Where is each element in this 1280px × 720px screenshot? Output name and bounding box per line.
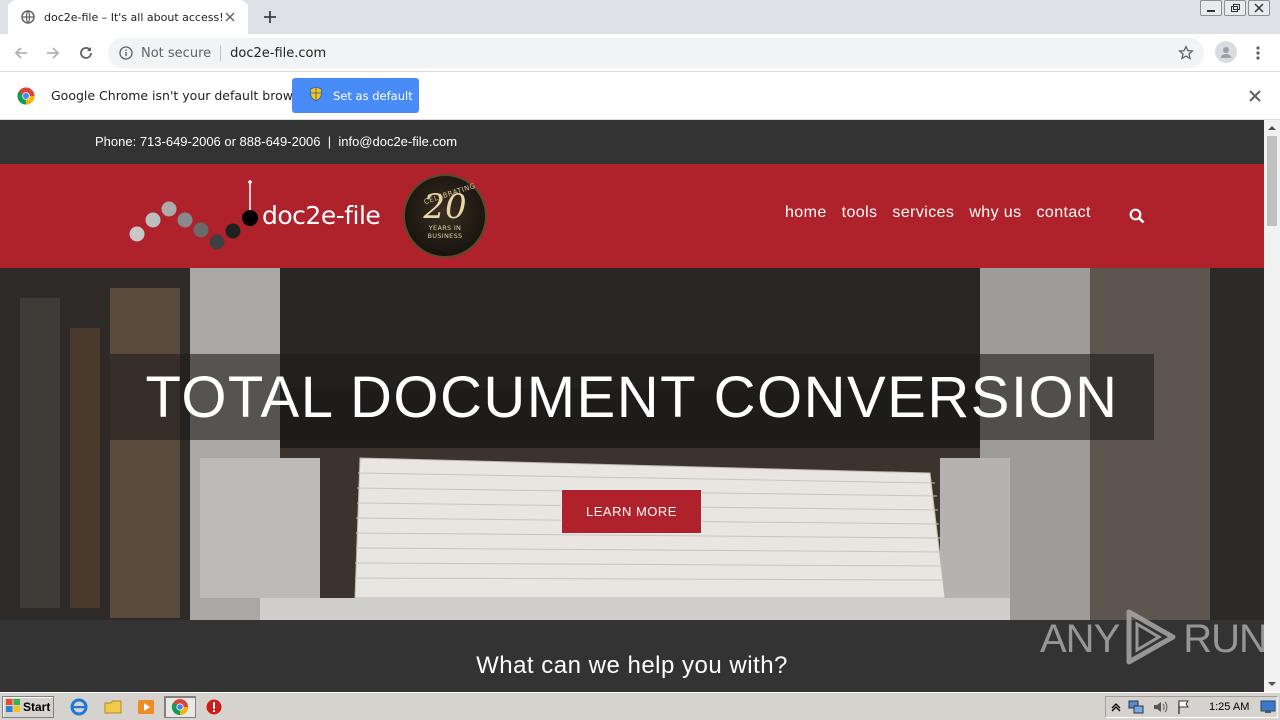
close-window-button[interactable] xyxy=(1248,0,1270,16)
taskbar-chrome-button[interactable] xyxy=(164,696,196,718)
close-infobar-icon[interactable] xyxy=(1248,88,1262,107)
network-icon[interactable] xyxy=(1128,699,1144,715)
logo-wordmark[interactable]: doc2e-file xyxy=(262,201,381,230)
main-nav: home tools services why us contact xyxy=(785,204,1091,222)
default-browser-infobar: Google Chrome isn't your default browser… xyxy=(0,72,1280,120)
security-label: Not secure xyxy=(141,45,212,61)
taskbar-clock: 1:25 AM xyxy=(1209,701,1250,713)
hero-title-box: TOTAL DOCUMENT CONVERSION xyxy=(110,354,1154,440)
set-as-default-label: Set as default xyxy=(333,88,413,103)
site-header: doc2e-file CELEBRATING 20 YEARS IN BUSIN… xyxy=(0,164,1264,268)
media-player-icon[interactable] xyxy=(137,698,155,716)
url-text[interactable]: doc2e-file.com xyxy=(230,46,326,61)
learn-more-button[interactable]: LEARN MORE xyxy=(561,489,702,534)
anyrun-watermark: ANY RUN xyxy=(1040,608,1264,670)
badge-line1: YEARS IN xyxy=(428,224,462,232)
stop-sign-icon[interactable] xyxy=(205,698,223,716)
page-scrollbar[interactable] xyxy=(1264,120,1280,692)
minimize-button[interactable] xyxy=(1200,0,1222,16)
close-tab-icon[interactable] xyxy=(222,9,238,25)
back-button[interactable] xyxy=(10,42,32,64)
set-as-default-button[interactable]: Set as default xyxy=(292,78,419,113)
scroll-up-arrow-icon[interactable] xyxy=(1268,124,1276,132)
windows-logo-icon xyxy=(6,699,20,715)
tab-title: doc2e-file – It's all about access! xyxy=(44,10,222,24)
nav-why-us[interactable]: why us xyxy=(969,204,1021,222)
contact-bar: Phone: 713-649-2006 or 888-649-2006 | in… xyxy=(0,120,1264,164)
hero-banner: TOTAL DOCUMENT CONVERSION LEARN MORE xyxy=(0,268,1264,620)
hero-title: TOTAL DOCUMENT CONVERSION xyxy=(145,364,1119,430)
flag-icon[interactable] xyxy=(1176,699,1192,715)
info-icon[interactable] xyxy=(118,45,134,61)
window-controls xyxy=(1200,0,1270,18)
omnibox-divider xyxy=(220,45,222,61)
system-tray xyxy=(1105,696,1278,718)
globe-icon xyxy=(20,9,36,25)
volume-icon[interactable] xyxy=(1152,699,1168,715)
hero-background-image xyxy=(0,268,1264,620)
browser-tab[interactable]: doc2e-file – It's all about access! xyxy=(8,0,248,34)
infobar-message: Google Chrome isn't your default browser xyxy=(51,88,313,103)
20-years-badge: CELEBRATING 20 YEARS IN BUSINESS xyxy=(403,174,487,258)
shield-icon xyxy=(309,86,323,105)
nav-tools[interactable]: tools xyxy=(842,204,878,222)
restore-button[interactable] xyxy=(1224,0,1246,16)
nav-services[interactable]: services xyxy=(892,204,954,222)
play-triangle-icon xyxy=(1123,608,1179,670)
tray-expand-icon[interactable] xyxy=(1110,701,1122,713)
start-button[interactable]: Start xyxy=(2,696,54,718)
chrome-logo-icon xyxy=(17,87,35,105)
bookmark-star-icon[interactable] xyxy=(1178,44,1194,61)
start-label: Start xyxy=(23,700,51,714)
badge-line2: BUSINESS xyxy=(427,232,463,240)
scroll-thumb[interactable] xyxy=(1267,136,1277,226)
internet-explorer-icon[interactable] xyxy=(70,698,88,716)
scroll-down-arrow-icon[interactable] xyxy=(1268,680,1276,688)
file-explorer-icon[interactable] xyxy=(104,698,122,716)
address-bar[interactable]: Not secure doc2e-file.com xyxy=(108,38,1204,68)
watermark-text-right: RUN xyxy=(1183,616,1264,661)
tab-strip: doc2e-file – It's all about access! xyxy=(0,0,1280,34)
contact-info: Phone: 713-649-2006 or 888-649-2006 | in… xyxy=(95,134,458,149)
new-tab-button[interactable] xyxy=(258,6,282,28)
chrome-menu-icon[interactable] xyxy=(1250,42,1266,64)
chrome-taskbar-icon xyxy=(171,699,188,716)
forward-button[interactable] xyxy=(42,42,64,64)
web-page: Phone: 713-649-2006 or 888-649-2006 | in… xyxy=(0,120,1264,692)
watermark-text-left: ANY xyxy=(1040,616,1120,661)
show-desktop-icon[interactable] xyxy=(1260,700,1276,714)
nav-home[interactable]: home xyxy=(785,204,827,222)
windows-taskbar: Start 1:25 AM xyxy=(0,692,1280,720)
nav-contact[interactable]: contact xyxy=(1037,204,1091,222)
search-icon[interactable] xyxy=(1129,208,1145,224)
reload-button[interactable] xyxy=(75,42,97,64)
browser-toolbar: Not secure doc2e-file.com xyxy=(0,34,1280,72)
profile-avatar-icon[interactable] xyxy=(1215,41,1237,63)
